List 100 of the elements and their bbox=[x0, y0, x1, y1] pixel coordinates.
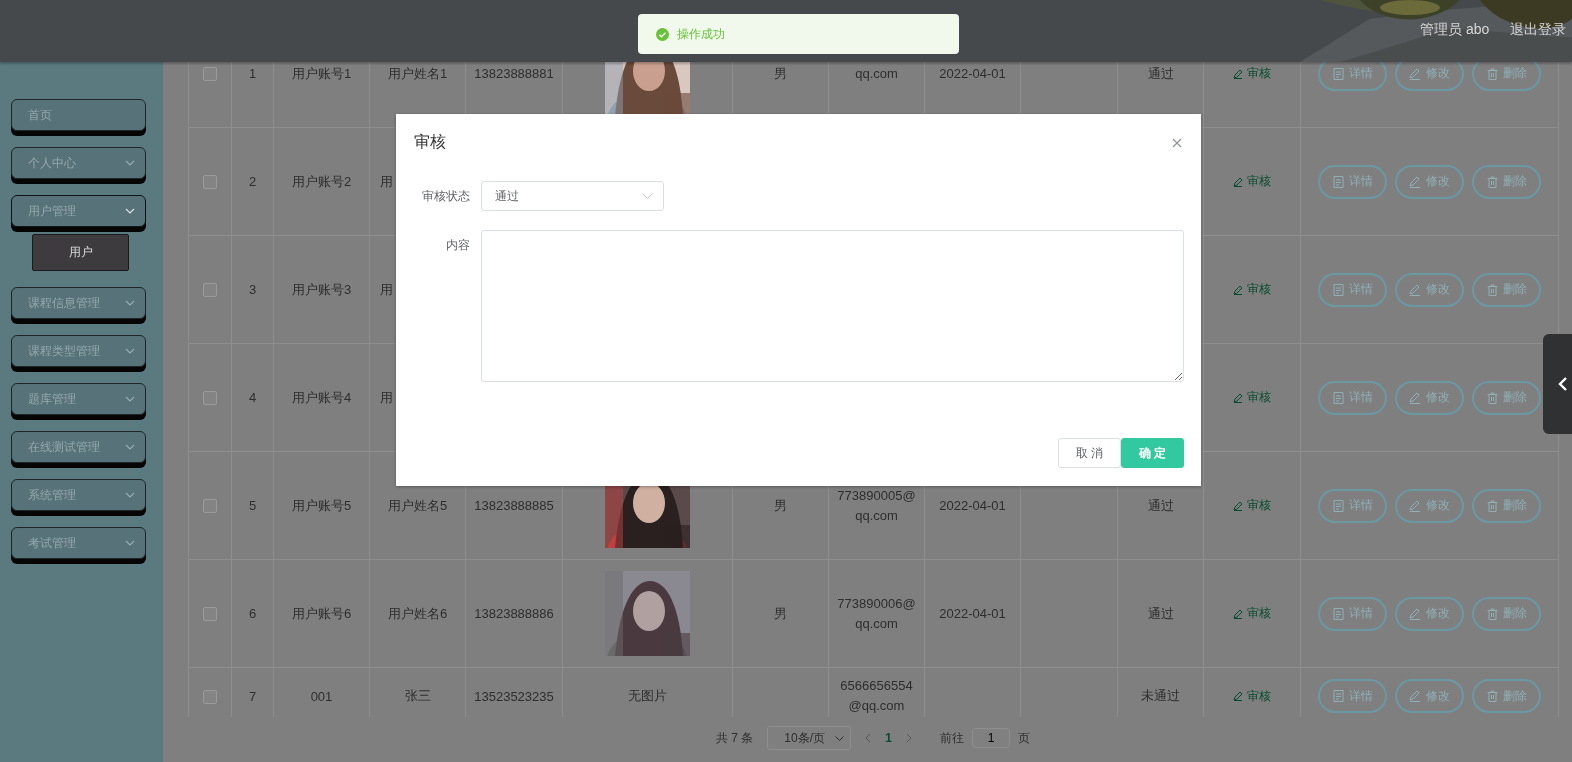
table-cell: 2022-04-01 bbox=[939, 498, 1006, 513]
total-count: 共 7 条 bbox=[716, 729, 754, 747]
toast-message: 操作成功 bbox=[677, 25, 725, 43]
chevron-left-icon bbox=[1558, 377, 1567, 391]
row-checkbox[interactable] bbox=[203, 607, 217, 622]
page-number[interactable]: 1 bbox=[885, 731, 892, 745]
close-icon[interactable] bbox=[1172, 137, 1182, 148]
trash-icon bbox=[1486, 67, 1498, 80]
table-cell: 13823888885 bbox=[474, 498, 554, 513]
dialog-button[interactable]: 取 消 bbox=[1058, 438, 1121, 468]
pencil-icon bbox=[1233, 608, 1243, 619]
chevron-down-icon bbox=[642, 193, 653, 199]
table-cell: 通过 bbox=[1147, 65, 1174, 81]
row-checkbox[interactable] bbox=[203, 175, 217, 190]
table-cell: 2022-04-01 bbox=[939, 606, 1006, 621]
table-cell: 无图片 bbox=[628, 688, 667, 703]
row-checkbox[interactable] bbox=[203, 67, 217, 82]
goto-label: 前往 bbox=[940, 729, 964, 747]
trash-icon bbox=[1486, 607, 1498, 620]
pencil-icon bbox=[1233, 176, 1243, 187]
table-cell: 通过 bbox=[1147, 605, 1174, 621]
dialog-title: 审核 bbox=[414, 132, 446, 152]
row-checkbox[interactable] bbox=[203, 391, 217, 406]
pencil-icon bbox=[1409, 175, 1421, 188]
table-cell: 001 bbox=[310, 688, 333, 704]
table-cell: 张三 bbox=[404, 688, 431, 703]
document-icon bbox=[1332, 690, 1344, 702]
document-icon bbox=[1332, 67, 1344, 80]
chevron-down-icon bbox=[125, 160, 135, 166]
table-cell: 5 bbox=[248, 498, 257, 513]
pencil-icon bbox=[1233, 284, 1243, 295]
chevron-down-icon bbox=[125, 444, 135, 450]
review-link[interactable]: 审核 bbox=[1233, 687, 1271, 705]
table-cell: 用户账号5 bbox=[291, 497, 352, 513]
trash-icon bbox=[1486, 175, 1498, 188]
table-cell: 用户账号1 bbox=[291, 65, 352, 81]
table-cell: 用户账号3 bbox=[291, 281, 352, 297]
page-input[interactable]: 1 bbox=[972, 728, 1010, 748]
review-link[interactable]: 审核 bbox=[1233, 65, 1271, 82]
review-link[interactable]: 审核 bbox=[1233, 605, 1271, 622]
table-cell: 13523523235 bbox=[474, 688, 554, 704]
review-link[interactable]: 审核 bbox=[1233, 281, 1271, 298]
table-cell: 用 bbox=[380, 173, 393, 189]
table-cell: 3 bbox=[248, 282, 257, 297]
document-icon bbox=[1332, 175, 1344, 188]
table-cell: 773890006@qq.com bbox=[837, 595, 916, 631]
table-cell: 13823888886 bbox=[474, 606, 554, 621]
pencil-icon bbox=[1233, 500, 1243, 511]
document-icon bbox=[1332, 283, 1344, 296]
table-cell: 用户姓名5 bbox=[387, 497, 448, 513]
table-cell: 用户账号4 bbox=[291, 389, 352, 405]
table-cell: 2022-04-01 bbox=[939, 66, 1006, 81]
pencil-icon bbox=[1409, 283, 1421, 296]
table-cell: 男 bbox=[774, 605, 787, 621]
trash-icon bbox=[1486, 499, 1498, 512]
pencil-icon bbox=[1409, 499, 1421, 512]
document-icon bbox=[1332, 391, 1344, 404]
admin-name: 管理员 abo bbox=[1420, 21, 1490, 39]
review-link[interactable]: 审核 bbox=[1233, 173, 1271, 190]
table-cell: 1 bbox=[248, 66, 257, 81]
logout-link[interactable]: 退出登录 bbox=[1510, 21, 1566, 39]
table-cell: 通过 bbox=[1147, 497, 1174, 513]
table-cell: 男 bbox=[774, 65, 787, 81]
table-cell: 用 bbox=[380, 281, 393, 297]
table-cell: 13823888881 bbox=[474, 66, 554, 81]
document-icon bbox=[1332, 499, 1344, 512]
submenu-item[interactable]: 用户 bbox=[32, 234, 129, 271]
trash-icon bbox=[1486, 690, 1498, 702]
dialog-button[interactable]: 确 定 bbox=[1121, 438, 1184, 468]
content-textarea[interactable] bbox=[481, 230, 1184, 382]
table-cell: 未通过 bbox=[1141, 688, 1180, 703]
table-cell: 4 bbox=[248, 390, 257, 405]
page-size-select[interactable]: 10条/页 bbox=[767, 726, 852, 750]
review-link[interactable]: 审核 bbox=[1233, 389, 1271, 406]
pencil-icon bbox=[1233, 68, 1243, 79]
page-unit: 页 bbox=[1018, 729, 1030, 747]
collapse-tab[interactable] bbox=[1543, 334, 1572, 434]
pencil-icon bbox=[1409, 690, 1421, 702]
table-cell: 773890005@qq.com bbox=[837, 487, 916, 523]
pencil-icon bbox=[1409, 391, 1421, 404]
previous-page-icon[interactable] bbox=[865, 733, 872, 743]
table-cell: 用户账号6 bbox=[291, 605, 352, 621]
chevron-down-icon bbox=[125, 348, 135, 354]
row-checkbox[interactable] bbox=[203, 283, 217, 298]
pencil-icon bbox=[1233, 691, 1243, 701]
table-cell: 2 bbox=[248, 174, 257, 189]
table-cell: qq.com bbox=[855, 65, 898, 81]
review-link[interactable]: 审核 bbox=[1233, 497, 1271, 514]
chevron-down-icon bbox=[125, 396, 135, 402]
next-page-icon[interactable] bbox=[906, 733, 912, 743]
row-checkbox[interactable] bbox=[203, 689, 217, 704]
document-icon bbox=[1332, 607, 1344, 620]
table-cell: 用户姓名6 bbox=[387, 605, 448, 621]
status-select[interactable]: 通过 bbox=[481, 181, 664, 211]
table-cell: 用户姓名1 bbox=[387, 65, 448, 81]
chevron-down-icon bbox=[835, 735, 845, 741]
table-cell: 男 bbox=[774, 497, 787, 513]
row-checkbox[interactable] bbox=[203, 499, 217, 514]
trash-icon bbox=[1486, 391, 1498, 404]
table-cell: 用户账号2 bbox=[291, 173, 352, 189]
